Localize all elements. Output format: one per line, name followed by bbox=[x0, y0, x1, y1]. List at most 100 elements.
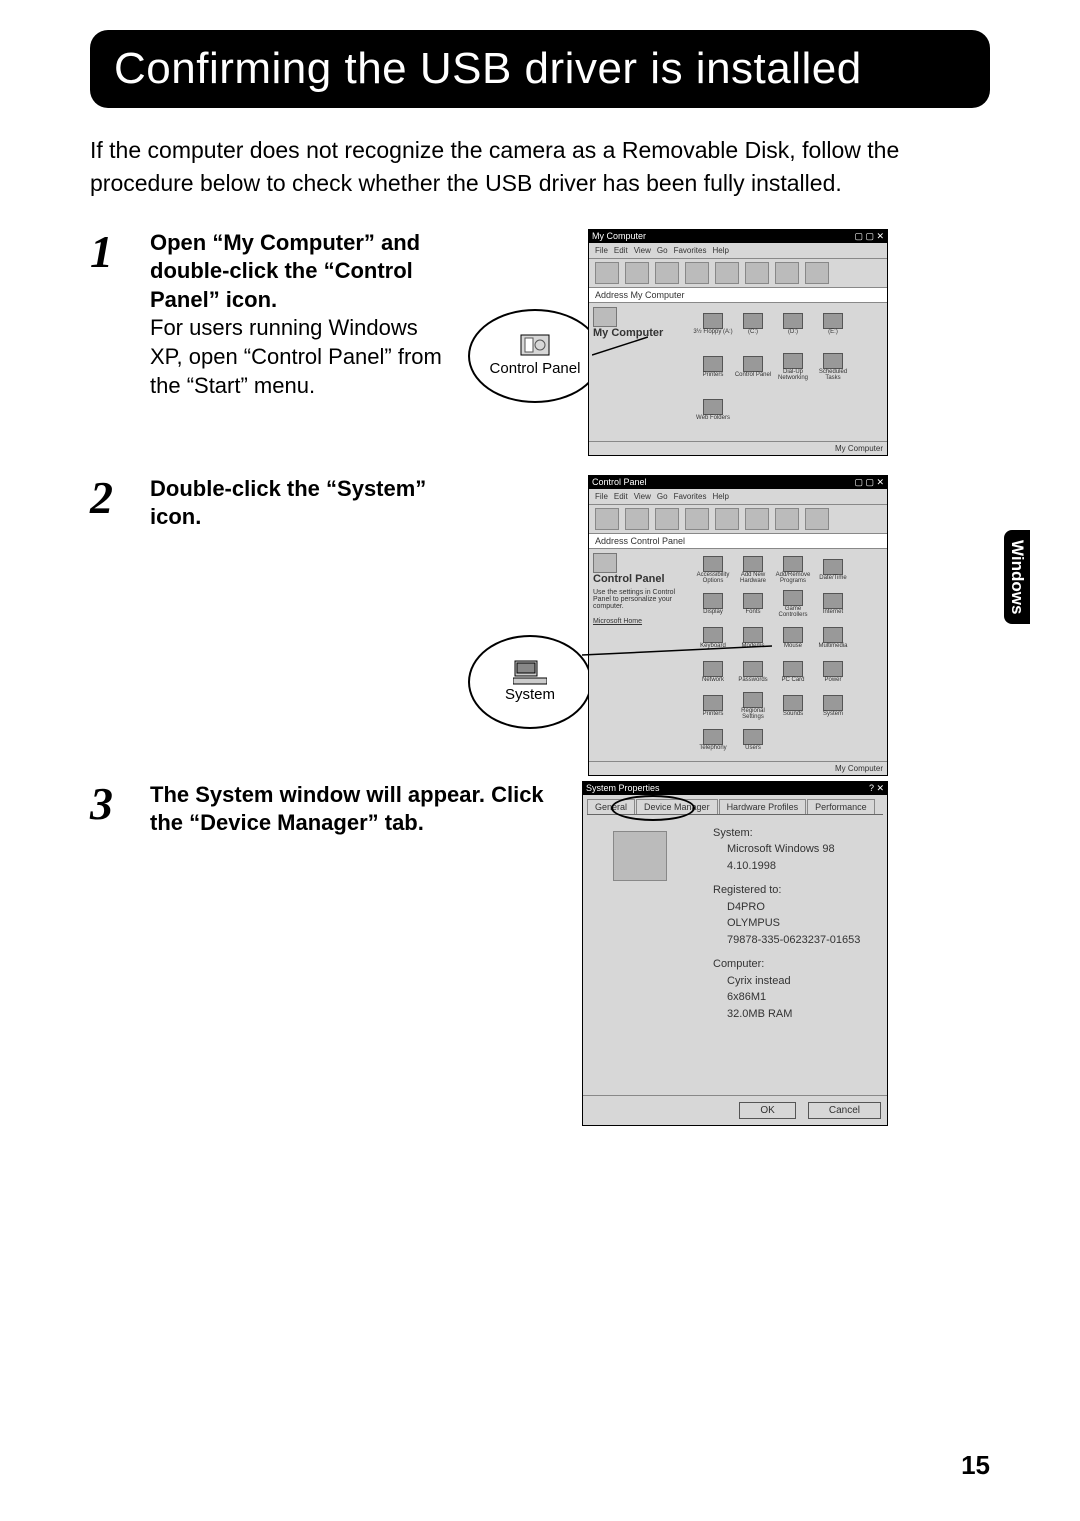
computer-icon bbox=[593, 307, 617, 327]
cp-icon: Passwords bbox=[733, 655, 773, 689]
menu-edit: Edit bbox=[614, 492, 628, 501]
control-panel-pane-icon bbox=[593, 553, 617, 573]
callout-system: System bbox=[468, 635, 592, 729]
step-1-bold: Open “My Computer” and double-click the … bbox=[150, 230, 420, 312]
step-3-number: 3 bbox=[90, 781, 150, 1121]
toolbar-button bbox=[715, 508, 739, 530]
step-3: 3 The System window will appear. Click t… bbox=[90, 781, 990, 1121]
sys-h1: System: bbox=[713, 825, 877, 842]
cancel-button: Cancel bbox=[808, 1102, 881, 1119]
callout-leader-line bbox=[592, 335, 648, 363]
window-controls-icon: ▢ ▢ ✕ bbox=[854, 231, 884, 242]
callout-control-panel: Control Panel bbox=[468, 309, 602, 403]
sys-l7: 6x86M1 bbox=[713, 989, 877, 1006]
system-properties-body: System: Microsoft Windows 98 4.10.1998 R… bbox=[583, 819, 887, 1095]
sys-l6: Cyrix instead bbox=[713, 973, 877, 990]
drive-c-icon: (C:) bbox=[733, 307, 773, 341]
cp-icon: Network bbox=[693, 655, 733, 689]
control-panel-menu: File Edit View Go Favorites Help bbox=[589, 489, 887, 505]
cp-icon: Multimedia bbox=[813, 621, 853, 655]
side-tab-windows: Windows bbox=[1004, 530, 1030, 624]
menu-edit: Edit bbox=[614, 246, 628, 255]
step-1-number: 1 bbox=[90, 229, 150, 429]
toolbar-button bbox=[805, 262, 829, 284]
my-computer-menu: File Edit View Go Favorites Help bbox=[589, 243, 887, 259]
cp-icon: Accessibility Options bbox=[693, 553, 733, 587]
sys-l5: 79878-335-0623237-01653 bbox=[713, 932, 877, 949]
step-1-text: Open “My Computer” and double-click the … bbox=[150, 229, 468, 429]
step-1-illustration: Control Panel My Computer ▢ ▢ ✕ File Edi… bbox=[468, 229, 888, 429]
sys-l8: 32.0MB RAM bbox=[713, 1006, 877, 1023]
menu-go: Go bbox=[657, 492, 668, 501]
my-computer-toolbar bbox=[589, 259, 887, 288]
callout-control-panel-label: Control Panel bbox=[490, 360, 581, 377]
webfolders-icon: Web Folders bbox=[693, 393, 733, 427]
toolbar-button bbox=[655, 262, 679, 284]
menu-favorites: Favorites bbox=[674, 246, 707, 255]
sys-l2: 4.10.1998 bbox=[713, 858, 877, 875]
control-panel-drive-icon: Control Panel bbox=[733, 350, 773, 384]
cp-icon: Fonts bbox=[733, 587, 773, 621]
toolbar-button bbox=[745, 262, 769, 284]
tab-general: General bbox=[587, 799, 635, 814]
my-computer-status: My Computer bbox=[589, 441, 887, 455]
callout-leader-line bbox=[582, 645, 772, 657]
toolbar-button bbox=[775, 508, 799, 530]
step-2: 2 Double-click the “System” icon. System… bbox=[90, 475, 990, 735]
ok-button: OK bbox=[739, 1102, 795, 1119]
toolbar-button bbox=[685, 508, 709, 530]
my-computer-title: My Computer bbox=[592, 231, 646, 242]
toolbar-button bbox=[805, 508, 829, 530]
menu-view: View bbox=[634, 492, 651, 501]
page-number: 15 bbox=[961, 1450, 990, 1481]
control-panel-toolbar bbox=[589, 505, 887, 534]
step-2-text: Double-click the “System” icon. bbox=[150, 475, 468, 735]
control-panel-left-link: Microsoft Home bbox=[593, 618, 681, 625]
cp-system-icon: System bbox=[813, 689, 853, 723]
control-panel-status: My Computer bbox=[589, 761, 887, 775]
cp-icon: Add New Hardware bbox=[733, 553, 773, 587]
control-panel-window: Control Panel ▢ ▢ ✕ File Edit View Go Fa… bbox=[588, 475, 888, 776]
menu-view: View bbox=[634, 246, 651, 255]
my-computer-icons: 3½ Floppy (A:) (C:) (D:) (E:) Printers C… bbox=[689, 303, 887, 441]
toolbar-button bbox=[625, 262, 649, 284]
toolbar-button bbox=[625, 508, 649, 530]
page-title-bar: Confirming the USB driver is installed bbox=[90, 30, 990, 108]
menu-file: File bbox=[595, 246, 608, 255]
sys-h3: Computer: bbox=[713, 956, 877, 973]
floppy-icon: 3½ Floppy (A:) bbox=[693, 307, 733, 341]
control-panel-title: Control Panel bbox=[592, 477, 647, 488]
system-properties-buttons: OK Cancel bbox=[583, 1095, 887, 1125]
system-pc-icon bbox=[613, 831, 667, 881]
sys-l3: D4PRO bbox=[713, 899, 877, 916]
my-computer-address: Address My Computer bbox=[589, 288, 887, 303]
control-panel-left-header: Control Panel bbox=[593, 573, 681, 585]
menu-favorites: Favorites bbox=[674, 492, 707, 501]
tab-device-manager: Device Manager bbox=[636, 799, 718, 814]
step-2-bold: Double-click the “System” icon. bbox=[150, 476, 426, 530]
toolbar-button bbox=[715, 262, 739, 284]
sys-h2: Registered to: bbox=[713, 882, 877, 899]
menu-help: Help bbox=[712, 246, 728, 255]
control-panel-address: Address Control Panel bbox=[589, 534, 887, 549]
printers-icon: Printers bbox=[693, 350, 733, 384]
cp-icon: Internet bbox=[813, 587, 853, 621]
step-2-number: 2 bbox=[90, 475, 150, 735]
my-computer-title-bar: My Computer ▢ ▢ ✕ bbox=[589, 230, 887, 243]
intro-text: If the computer does not recognize the c… bbox=[90, 134, 990, 201]
sys-l1: Microsoft Windows 98 bbox=[713, 841, 877, 858]
control-panel-left-text: Use the settings in Control Panel to per… bbox=[593, 589, 681, 610]
menu-go: Go bbox=[657, 246, 668, 255]
cp-icon: Regional Settings bbox=[733, 689, 773, 723]
step-1: 1 Open “My Computer” and double-click th… bbox=[90, 229, 990, 429]
system-properties-window: System Properties ? ✕ General Device Man… bbox=[582, 781, 888, 1126]
control-panel-icon bbox=[520, 334, 550, 360]
scheduled-icon: Scheduled Tasks bbox=[813, 350, 853, 384]
control-panel-title-bar: Control Panel ▢ ▢ ✕ bbox=[589, 476, 887, 489]
cp-icon: Telephony bbox=[693, 723, 733, 757]
menu-help: Help bbox=[712, 492, 728, 501]
control-panel-left-pane: Control Panel Use the settings in Contro… bbox=[589, 549, 685, 719]
cp-icon: Display bbox=[693, 587, 733, 621]
cp-icon: Sounds bbox=[773, 689, 813, 723]
cp-icon: Power bbox=[813, 655, 853, 689]
